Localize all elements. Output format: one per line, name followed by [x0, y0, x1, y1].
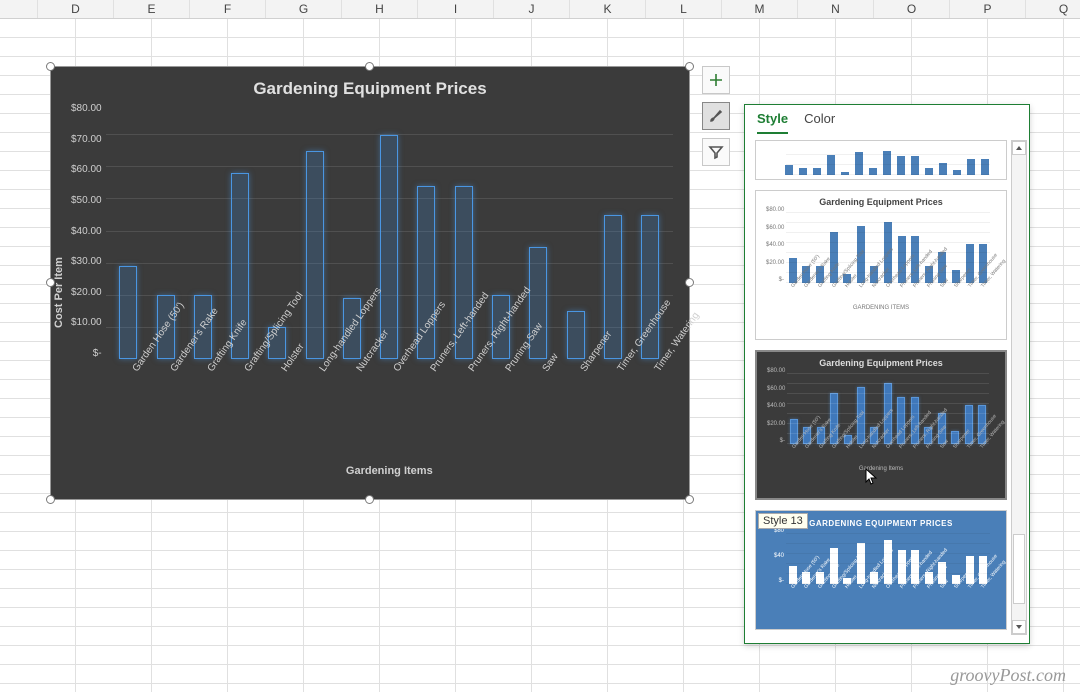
resize-handle[interactable] [46, 62, 55, 71]
style-thumbnail[interactable]: Gardening Equipment Prices $80.00$60.00$… [755, 190, 1007, 340]
resize-handle[interactable] [685, 62, 694, 71]
funnel-icon [708, 144, 724, 160]
chart-filters-button[interactable] [702, 138, 730, 166]
y-axis-ticks: $80.00 $70.00 $60.00 $50.00 $40.00 $30.0… [71, 103, 106, 483]
resize-handle[interactable] [685, 278, 694, 287]
chart-style-gallery: Style Color Gardening Equipment Prices $… [744, 104, 1030, 644]
col-header[interactable]: D [38, 0, 114, 18]
col-header[interactable] [0, 0, 38, 18]
chart-float-buttons [702, 66, 730, 166]
thumb-x-label: GARDENING ITEMS [762, 305, 1000, 311]
gallery-tabs: Style Color [745, 105, 1029, 134]
col-header[interactable]: P [950, 0, 1026, 18]
col-header[interactable]: I [418, 0, 494, 18]
chart-title[interactable]: Gardening Equipment Prices [51, 67, 689, 103]
bar-series[interactable] [106, 103, 673, 359]
style-thumbnail[interactable] [755, 140, 1007, 180]
col-header[interactable]: G [266, 0, 342, 18]
thumb-x-label: Gardening Items [763, 466, 999, 472]
col-header[interactable]: N [798, 0, 874, 18]
style-thumbnail[interactable]: Style 13 GARDENING EQUIPMENT PRICES $80$… [755, 510, 1007, 630]
bar[interactable] [306, 151, 324, 359]
plot-area[interactable]: Garden Hose (50')Gardener's RakeGrafting… [106, 103, 673, 483]
col-header[interactable]: J [494, 0, 570, 18]
col-header[interactable]: M [722, 0, 798, 18]
tab-color[interactable]: Color [804, 111, 835, 134]
x-axis-label[interactable]: Gardening Items [106, 465, 673, 477]
thumb-title: Gardening Equipment Prices [763, 358, 999, 368]
style-thumbnail-selected[interactable]: Gardening Equipment Prices $80.00$60.00$… [755, 350, 1007, 500]
col-header[interactable]: O [874, 0, 950, 18]
tab-style[interactable]: Style [757, 111, 788, 134]
col-header[interactable]: L [646, 0, 722, 18]
resize-handle[interactable] [685, 495, 694, 504]
resize-handle[interactable] [46, 495, 55, 504]
watermark: groovyPost.com [950, 665, 1066, 686]
col-header[interactable]: F [190, 0, 266, 18]
col-header[interactable]: H [342, 0, 418, 18]
scroll-up-button[interactable] [1012, 141, 1026, 155]
style-tooltip: Style 13 [758, 513, 808, 529]
bar[interactable] [380, 135, 398, 359]
chevron-up-icon [1015, 144, 1023, 152]
y-axis-label[interactable]: Cost Per Item [51, 103, 71, 483]
thumb-y-ticks: $80$40$- [766, 528, 784, 584]
embedded-chart[interactable]: Gardening Equipment Prices Cost Per Item… [50, 66, 690, 500]
scroll-down-button[interactable] [1012, 620, 1026, 634]
gallery-scrollbar[interactable] [1011, 140, 1027, 635]
gallery-body: Gardening Equipment Prices $80.00$60.00$… [745, 134, 1029, 643]
bar[interactable] [119, 266, 137, 359]
bar[interactable] [567, 311, 585, 359]
resize-handle[interactable] [365, 495, 374, 504]
thumb-y-ticks: $80.00$60.00$40.00$20.00$- [767, 368, 785, 444]
chevron-down-icon [1015, 623, 1023, 631]
resize-handle[interactable] [365, 62, 374, 71]
scroll-thumb[interactable] [1013, 534, 1025, 604]
col-header[interactable]: K [570, 0, 646, 18]
col-header[interactable]: E [114, 0, 190, 18]
chart-elements-button[interactable] [702, 66, 730, 94]
thumb-title: Gardening Equipment Prices [762, 197, 1000, 207]
column-headers: D E F G H I J K L M N O P Q [0, 0, 1080, 19]
thumb-y-ticks: $80.00$60.00$40.00$20.00$- [766, 207, 784, 283]
plus-icon [708, 72, 724, 88]
col-header[interactable]: Q [1026, 0, 1080, 18]
brush-icon [708, 108, 724, 124]
chart-styles-button[interactable] [702, 102, 730, 130]
